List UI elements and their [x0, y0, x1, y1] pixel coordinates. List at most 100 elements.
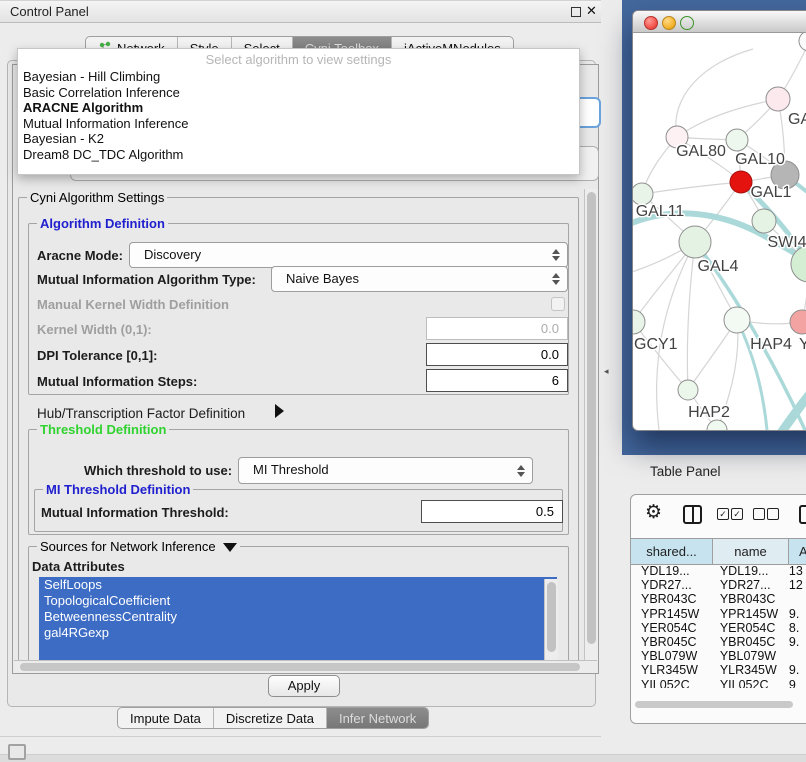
manual-kernel-width-label: Manual Kernel Width Definition — [37, 297, 229, 312]
cell: YBL079W — [631, 649, 710, 663]
list-item[interactable]: gal4RGexp — [39, 625, 557, 641]
table-row[interactable]: YBR045C YBR045C 9. — [631, 635, 806, 649]
list-item[interactable]: TopologicalCoefficient — [39, 593, 557, 609]
splitter-arrow-icon[interactable]: ◂ — [604, 366, 609, 377]
combo-stepper-icon — [552, 273, 560, 285]
checked-checkbox-icon[interactable]: ✓ — [717, 508, 729, 520]
network-node-hap2[interactable] — [678, 380, 698, 400]
minimize-traffic-icon[interactable] — [662, 16, 676, 30]
list-scrollbar-thumb[interactable] — [547, 582, 556, 652]
network-node-gal1[interactable] — [730, 171, 752, 193]
column-header-shared[interactable]: shared... — [631, 539, 713, 564]
column-header-partial[interactable]: A — [789, 539, 806, 564]
sources-title-wrap: Sources for Network Inference — [37, 539, 240, 554]
mi-algorithm-type-label: Mutual Information Algorithm Type: — [37, 272, 256, 287]
unchecked-checkbox-icon[interactable] — [753, 508, 765, 520]
menu-item[interactable]: Dream8 DC_TDC Algorithm — [18, 147, 579, 163]
dpi-tolerance-value: 0.0 — [541, 347, 559, 362]
which-threshold-combo[interactable]: MI Threshold — [238, 457, 533, 484]
settings-vscrollbar-thumb[interactable] — [587, 192, 596, 644]
cell: YDL19... — [631, 564, 710, 578]
cell: 9. — [783, 663, 806, 677]
table-row[interactable]: YIL052C YIL052C 9 — [631, 678, 806, 689]
minimized-panel-icon[interactable] — [8, 744, 26, 760]
menu-item[interactable]: Bayesian - Hill Climbing — [18, 69, 579, 85]
network-node-gal10[interactable] — [726, 129, 748, 151]
tab-infer-network[interactable]: Infer Network — [326, 708, 428, 728]
cell: 13 — [783, 564, 806, 578]
bottom-strip — [0, 754, 806, 762]
node-label: Y — [799, 336, 806, 353]
table-row[interactable]: YBR043C YBR043C — [631, 592, 806, 606]
panel-splitter[interactable] — [601, 0, 622, 762]
mi-algorithm-type-combo[interactable]: Naive Bayes — [271, 266, 568, 292]
apply-button[interactable]: Apply — [268, 675, 340, 697]
mi-threshold-value: 0.5 — [536, 504, 554, 519]
cyni-algorithm-settings-title: Cyni Algorithm Settings — [27, 190, 167, 205]
which-threshold-value: MI Threshold — [253, 462, 329, 477]
zoom-traffic-icon[interactable] — [680, 16, 694, 30]
close-traffic-icon[interactable] — [644, 16, 658, 30]
network-node-swi4[interactable] — [752, 209, 776, 233]
table-row[interactable]: YLR345W YLR345W 9. — [631, 663, 806, 677]
network-node-gal4[interactable] — [679, 226, 711, 258]
list-item[interactable]: SelfLoops — [39, 577, 557, 593]
node-label-gal11: GAL11 — [636, 203, 685, 220]
network-node-gcy1[interactable] — [633, 310, 645, 334]
column-header-name[interactable]: name — [713, 539, 789, 564]
gear-icon[interactable]: ⚙ — [645, 501, 662, 524]
settings-vscrollbar[interactable] — [584, 189, 599, 660]
cyni-bottom-tabbar: Impute Data Discretize Data Infer Networ… — [117, 707, 429, 729]
combo-stepper-icon — [552, 249, 560, 261]
mi-steps-field[interactable]: 6 — [426, 369, 568, 392]
network-window-titlebar[interactable] — [633, 11, 806, 33]
menu-item-selected[interactable]: ARACNE Algorithm — [18, 100, 579, 116]
aracne-mode-combo[interactable]: Discovery — [129, 242, 568, 268]
screen: Control Panel ✕ Network Style Select Cyn… — [0, 0, 806, 762]
mi-threshold-field[interactable]: 0.5 — [421, 500, 563, 523]
expand-arrow-icon[interactable] — [275, 404, 284, 418]
unchecked-checkbox-icon[interactable] — [767, 508, 779, 520]
tab-impute-data[interactable]: Impute Data — [118, 708, 213, 728]
algorithm-definition-title: Algorithm Definition — [37, 216, 168, 231]
cell: YDL19... — [710, 564, 783, 578]
table-row[interactable]: YDR27... YDR27... 12 — [631, 578, 806, 592]
network-node[interactable] — [790, 310, 806, 334]
split-columns-icon[interactable] — [683, 505, 702, 524]
network-node-gal11[interactable] — [633, 183, 653, 205]
kernel-width-value: 0.0 — [541, 321, 559, 336]
tab-discretize-data[interactable]: Discretize Data — [213, 708, 326, 728]
dpi-tolerance-field[interactable]: 0.0 — [426, 343, 568, 366]
network-node-hap4[interactable] — [724, 307, 750, 333]
settings-hscrollbar[interactable] — [14, 660, 597, 674]
table-row[interactable]: YDL19... YDL19... 13 — [631, 564, 806, 578]
float-window-icon[interactable] — [571, 7, 581, 17]
kernel-width-field[interactable]: 0.0 — [426, 317, 568, 340]
close-icon[interactable]: ✕ — [586, 3, 597, 19]
manual-kernel-width-checkbox[interactable] — [551, 297, 565, 311]
node-label-gcy1: GCY1 — [634, 336, 678, 353]
menu-item[interactable]: Bayesian - K2 — [18, 131, 579, 147]
menu-item[interactable]: Mutual Information Inference — [18, 116, 579, 132]
node-label-gal80: GAL80 — [676, 143, 726, 160]
toolbar-icon-partial[interactable] — [799, 505, 806, 524]
cell: YLR345W — [710, 663, 783, 677]
focused-combo-fragment — [577, 97, 601, 128]
table-hscrollbar-thumb[interactable] — [635, 701, 793, 708]
table-row[interactable]: YBL079W YBL079W — [631, 649, 806, 663]
settings-hscrollbar-thumb[interactable] — [20, 663, 580, 671]
collapse-arrow-icon[interactable] — [223, 543, 237, 552]
cell: YPR145W — [631, 607, 710, 621]
network-node[interactable] — [766, 87, 790, 111]
threshold-definition-title: Threshold Definition — [37, 422, 169, 437]
window-bottom-edge — [0, 736, 601, 737]
table-hscrollbar[interactable] — [631, 693, 806, 709]
checked-checkbox-icon[interactable]: ✓ — [731, 508, 743, 520]
table-row[interactable]: YER054C YER054C 8. — [631, 621, 806, 635]
menu-item[interactable]: Basic Correlation Inference — [18, 85, 579, 101]
table-row[interactable]: YPR145W YPR145W 9. — [631, 607, 806, 621]
list-item[interactable]: BetweennessCentrality — [39, 609, 557, 625]
which-threshold-label: Which threshold to use: — [84, 463, 232, 478]
network-canvas[interactable]: GAL GAL80 GAL10 GAL1 GAL11 SWI4 GAL4 GCY… — [633, 33, 806, 430]
network-node[interactable] — [799, 33, 806, 51]
